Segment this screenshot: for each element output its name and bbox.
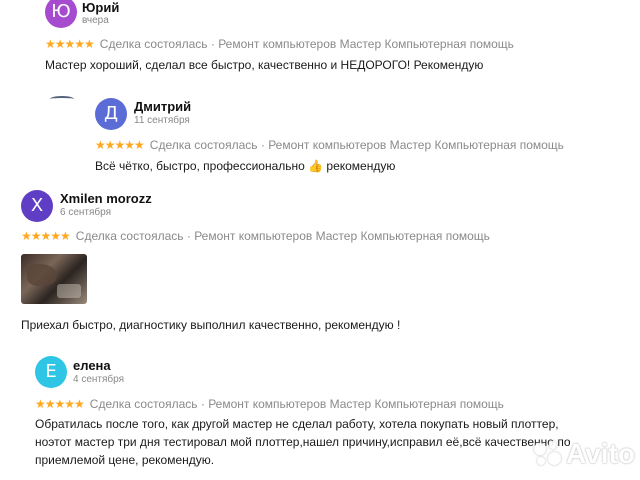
review-meta: ★★★★★ Сделка состоялась · Ремонт компьют… <box>45 37 514 51</box>
review-date: 11 сентября <box>134 115 190 126</box>
avito-logo-icon <box>534 441 562 467</box>
avatar[interactable]: Е <box>35 356 67 388</box>
review-text-line: Обратилась после того, как другой мастер… <box>35 417 559 431</box>
rating-stars: ★★★★★ <box>95 138 145 152</box>
watermark-text: Avito <box>566 438 635 469</box>
deal-status[interactable]: Сделка состоялась · Ремонт компьютеров М… <box>150 138 564 152</box>
reviewer-name[interactable]: Юрий <box>82 0 119 15</box>
review-meta: ★★★★★ Сделка состоялась · Ремонт компьют… <box>35 397 504 411</box>
review-date: вчера <box>82 15 109 26</box>
avatar-edge <box>50 96 74 102</box>
reviewer-name[interactable]: Xmilen morozz <box>60 191 152 206</box>
review-date: 6 сентября <box>60 207 112 218</box>
review-meta: ★★★★★ Сделка состоялась · Ремонт компьют… <box>95 138 564 152</box>
review-photo[interactable] <box>21 254 87 304</box>
avatar[interactable]: X <box>21 190 53 222</box>
avatar[interactable]: Д <box>95 98 127 130</box>
review-text: Всё чётко, быстро, профессионально 👍 рек… <box>95 159 396 173</box>
deal-status[interactable]: Сделка состоялась · Ремонт компьютеров М… <box>90 397 504 411</box>
rating-stars: ★★★★★ <box>35 397 85 411</box>
review-text: Мастер хороший, сделал все быстро, качес… <box>45 58 484 72</box>
review-date: 4 сентября <box>73 374 125 385</box>
rating-stars: ★★★★★ <box>45 37 95 51</box>
deal-status[interactable]: Сделка состоялась · Ремонт компьютеров М… <box>76 229 490 243</box>
review-text: Приехал быстро, диагностику выполнил кач… <box>21 318 401 332</box>
avito-watermark: Avito <box>534 438 635 470</box>
review-meta: ★★★★★ Сделка состоялась · Ремонт компьют… <box>21 229 490 243</box>
rating-stars: ★★★★★ <box>21 229 71 243</box>
reviewer-name[interactable]: елена <box>73 358 111 373</box>
avatar[interactable]: Ю <box>45 0 77 28</box>
reviewer-name[interactable]: Дмитрий <box>134 99 191 114</box>
deal-status[interactable]: Сделка состоялась · Ремонт компьютеров М… <box>100 37 514 51</box>
